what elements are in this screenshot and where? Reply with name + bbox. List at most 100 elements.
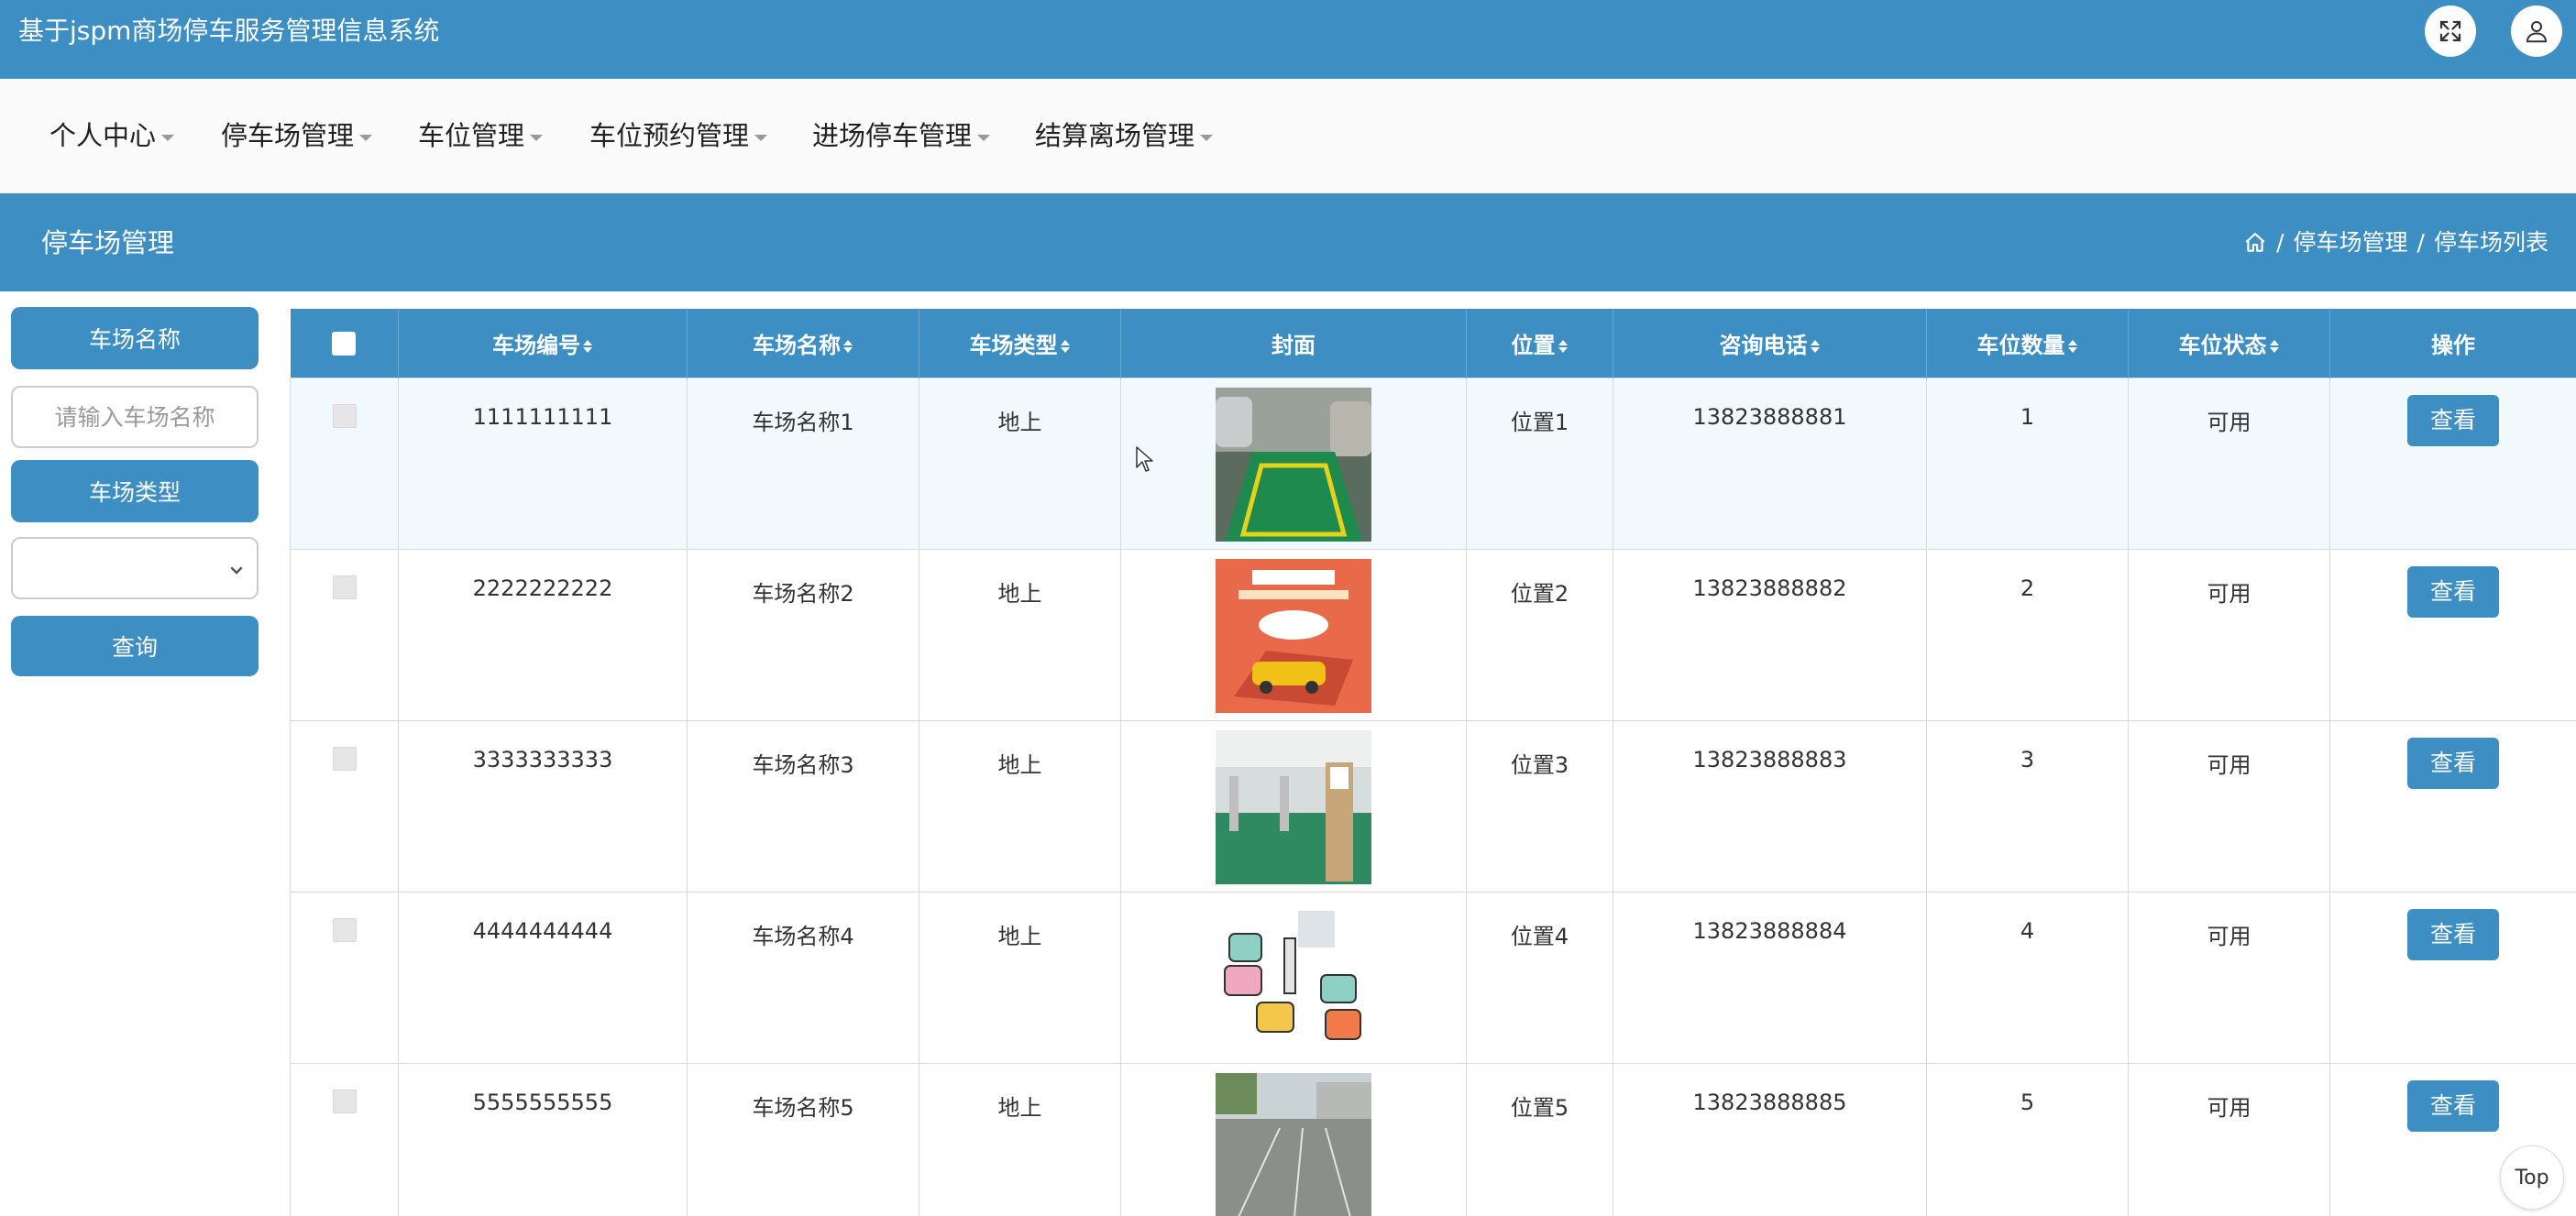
nav-label: 个人中心	[50, 120, 157, 151]
cell-lot-name: 车场名称1	[687, 377, 919, 550]
header-location[interactable]: 位置	[1466, 309, 1613, 378]
chevron-down-icon	[530, 134, 544, 141]
table-header-row: 车场编号 车场名称 车场类型 封面 位置 咨询电话 车位数量 车位状态 操作	[290, 309, 2576, 378]
select-all-checkbox[interactable]	[332, 332, 357, 356]
view-button[interactable]: 查看	[2407, 908, 2499, 960]
sort-icon	[1810, 339, 1821, 353]
header-lot-type[interactable]: 车场类型	[919, 309, 1121, 378]
cell-location: 位置5	[1466, 1062, 1613, 1216]
breadcrumb-parking-list[interactable]: 停车场列表	[2434, 225, 2548, 261]
row-select-cell	[290, 548, 399, 721]
view-button[interactable]: 查看	[2407, 737, 2499, 789]
cell-actions: 查看	[2329, 719, 2576, 893]
header-label: 车场类型	[969, 332, 1058, 358]
nav-item-entry-management[interactable]: 进场停车管理	[812, 117, 991, 154]
chevron-down-icon	[977, 134, 991, 141]
cell-space-status: 可用	[2128, 1062, 2330, 1216]
cell-lot-code: 2222222222	[398, 548, 688, 721]
lot-type-label: 车场类型	[11, 460, 259, 522]
sort-icon	[582, 339, 593, 353]
cell-cover	[1120, 377, 1467, 550]
sort-icon	[2067, 339, 2078, 353]
table-row: 1111111111 车场名称1 地上 位置1 13823888881 1 可用…	[290, 377, 2576, 550]
cell-lot-name: 车场名称3	[687, 719, 919, 893]
row-checkbox[interactable]	[332, 403, 357, 428]
table-row: 5555555555 车场名称5 地上 位置5 13823888885 5 可用…	[290, 1062, 2576, 1216]
chevron-down-icon	[754, 134, 768, 141]
lot-name-input[interactable]	[11, 386, 259, 448]
nav-label: 车位预约管理	[589, 120, 750, 151]
nav-item-space-management[interactable]: 车位管理	[418, 117, 544, 154]
header-label: 咨询电话	[1719, 332, 1808, 358]
header-phone[interactable]: 咨询电话	[1613, 309, 1927, 378]
header-actions: 操作	[2329, 309, 2576, 378]
header-cover: 封面	[1120, 309, 1467, 378]
header-space-status[interactable]: 车位状态	[2128, 309, 2330, 378]
nav-item-reservation-management[interactable]: 车位预约管理	[589, 117, 768, 154]
cell-phone: 13823888885	[1613, 1062, 1927, 1216]
section-bar: 停车场管理 / 停车场管理 / 停车场列表	[0, 193, 2576, 291]
sort-icon	[842, 339, 853, 353]
cell-lot-name: 车场名称2	[687, 548, 919, 721]
view-button[interactable]: 查看	[2407, 565, 2499, 618]
cell-space-status: 可用	[2128, 548, 2330, 721]
cell-space-count: 1	[1926, 377, 2129, 550]
cell-location: 位置3	[1466, 719, 1613, 893]
row-checkbox[interactable]	[332, 575, 357, 599]
header-label: 车场编号	[492, 332, 580, 358]
header-label: 车场名称	[753, 332, 841, 358]
breadcrumb-separator: /	[2416, 229, 2425, 256]
cell-cover	[1120, 719, 1467, 893]
header-label: 位置	[1511, 332, 1556, 358]
cell-space-count: 4	[1926, 891, 2129, 1064]
cell-actions: 查看	[2329, 548, 2576, 721]
cell-lot-type: 地上	[919, 377, 1121, 550]
cell-actions: 查看	[2329, 891, 2576, 1064]
cell-phone: 13823888882	[1613, 548, 1927, 721]
chevron-down-icon	[161, 134, 175, 141]
cell-space-status: 可用	[2128, 891, 2330, 1064]
cell-cover	[1120, 1062, 1467, 1216]
fullscreen-button[interactable]	[2425, 5, 2476, 57]
user-icon	[2526, 21, 2548, 43]
nav-item-parking-lot-management[interactable]: 停车场管理	[221, 117, 373, 154]
cell-space-count: 3	[1926, 719, 2129, 893]
chevron-down-icon	[359, 134, 373, 141]
row-select-cell	[290, 719, 399, 893]
header-label: 操作	[2431, 332, 2475, 358]
header-lot-code[interactable]: 车场编号	[398, 309, 688, 378]
user-button[interactable]	[2511, 5, 2562, 57]
cell-space-count: 2	[1926, 548, 2129, 721]
view-button[interactable]: 查看	[2407, 1079, 2499, 1132]
back-to-top-button[interactable]: Top	[2500, 1145, 2564, 1210]
cell-lot-name: 车场名称5	[687, 1062, 919, 1216]
top-header: 基于jspm商场停车服务管理信息系统	[0, 0, 2576, 79]
breadcrumb-parking-management[interactable]: 停车场管理	[2294, 225, 2408, 261]
row-checkbox[interactable]	[332, 1089, 357, 1113]
cell-phone: 13823888884	[1613, 891, 1927, 1064]
cover-image-cartoon-cars	[1216, 901, 1371, 1056]
cell-lot-code: 5555555555	[398, 1062, 688, 1216]
cover-image-underground-garage	[1216, 729, 1371, 884]
mouse-cursor-icon	[1136, 446, 1153, 472]
cell-location: 位置1	[1466, 377, 1613, 550]
cell-lot-type: 地上	[919, 548, 1121, 721]
row-checkbox[interactable]	[332, 746, 357, 771]
lot-type-select[interactable]	[11, 537, 259, 599]
query-button[interactable]: 查询	[11, 616, 259, 676]
fullscreen-icon	[2439, 20, 2461, 42]
sort-icon	[2269, 339, 2280, 353]
sort-icon	[1558, 339, 1569, 353]
parking-lot-table: 车场编号 车场名称 车场类型 封面 位置 咨询电话 车位数量 车位状态 操作 1…	[290, 309, 2576, 1216]
view-button[interactable]: 查看	[2407, 394, 2499, 446]
table-row: 2222222222 车场名称2 地上 位置2 13823888882 2 可用…	[290, 548, 2576, 721]
row-select-cell	[290, 1062, 399, 1216]
nav-item-checkout-management[interactable]: 结算离场管理	[1035, 117, 1214, 154]
nav-item-personal-center[interactable]: 个人中心	[50, 117, 175, 154]
header-lot-name[interactable]: 车场名称	[687, 309, 919, 378]
header-space-count[interactable]: 车位数量	[1926, 309, 2129, 378]
home-icon[interactable]	[2243, 231, 2267, 255]
page-title: 停车场管理	[41, 227, 175, 258]
header-label: 车位状态	[2178, 332, 2267, 358]
row-checkbox[interactable]	[332, 917, 357, 942]
